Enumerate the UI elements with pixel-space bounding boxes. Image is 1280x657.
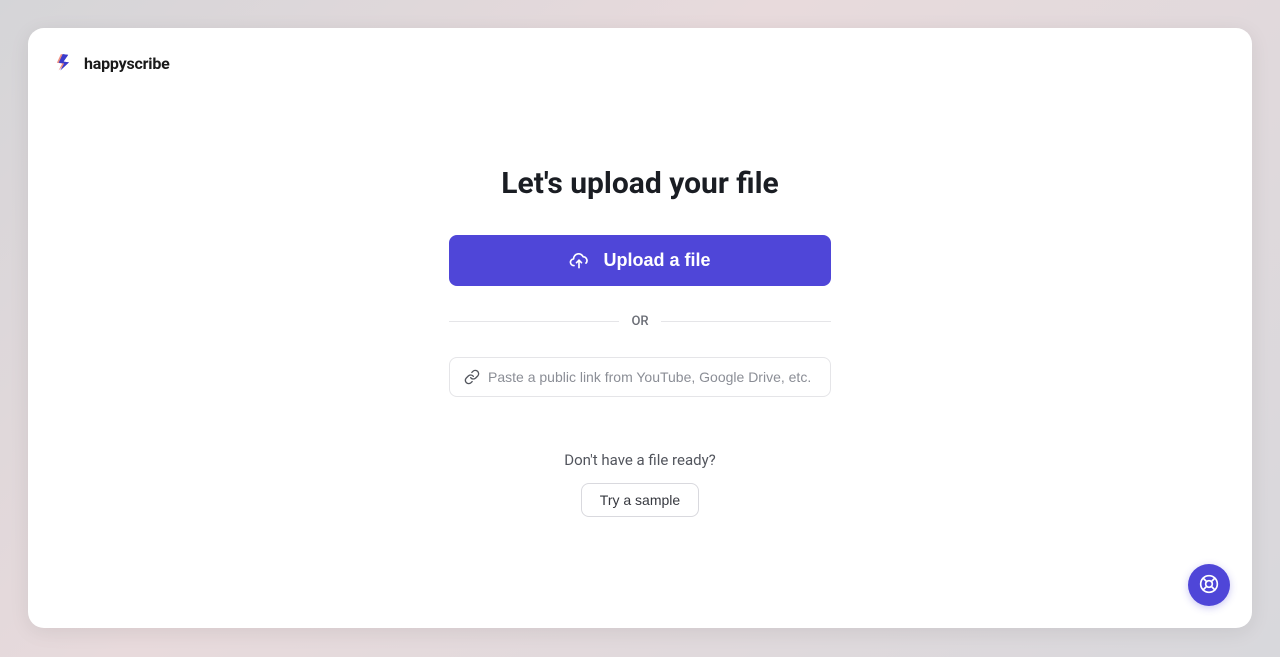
link-icon <box>464 369 480 385</box>
upload-button-label: Upload a file <box>603 250 710 271</box>
no-file-prompt: Don't have a file ready? <box>564 451 716 469</box>
divider-line-left <box>449 321 619 322</box>
link-input-container[interactable] <box>449 357 831 397</box>
divider-label: OR <box>619 314 660 329</box>
happyscribe-logo-icon <box>56 52 78 74</box>
help-chat-button[interactable] <box>1188 564 1230 606</box>
upload-file-button[interactable]: Upload a file <box>449 235 831 286</box>
cloud-upload-icon <box>569 251 589 271</box>
page-title: Let's upload your file <box>501 166 778 201</box>
try-sample-button[interactable]: Try a sample <box>581 483 699 517</box>
divider-line-right <box>661 321 831 322</box>
or-divider: OR <box>449 314 831 329</box>
main-card: happyscribe Let's upload your file Uploa… <box>28 28 1252 628</box>
upload-content: Let's upload your file Upload a file OR <box>56 166 1224 517</box>
paste-link-input[interactable] <box>488 369 816 385</box>
help-icon <box>1199 574 1219 597</box>
brand-logo[interactable]: happyscribe <box>56 52 1224 74</box>
brand-name: happyscribe <box>84 54 170 73</box>
